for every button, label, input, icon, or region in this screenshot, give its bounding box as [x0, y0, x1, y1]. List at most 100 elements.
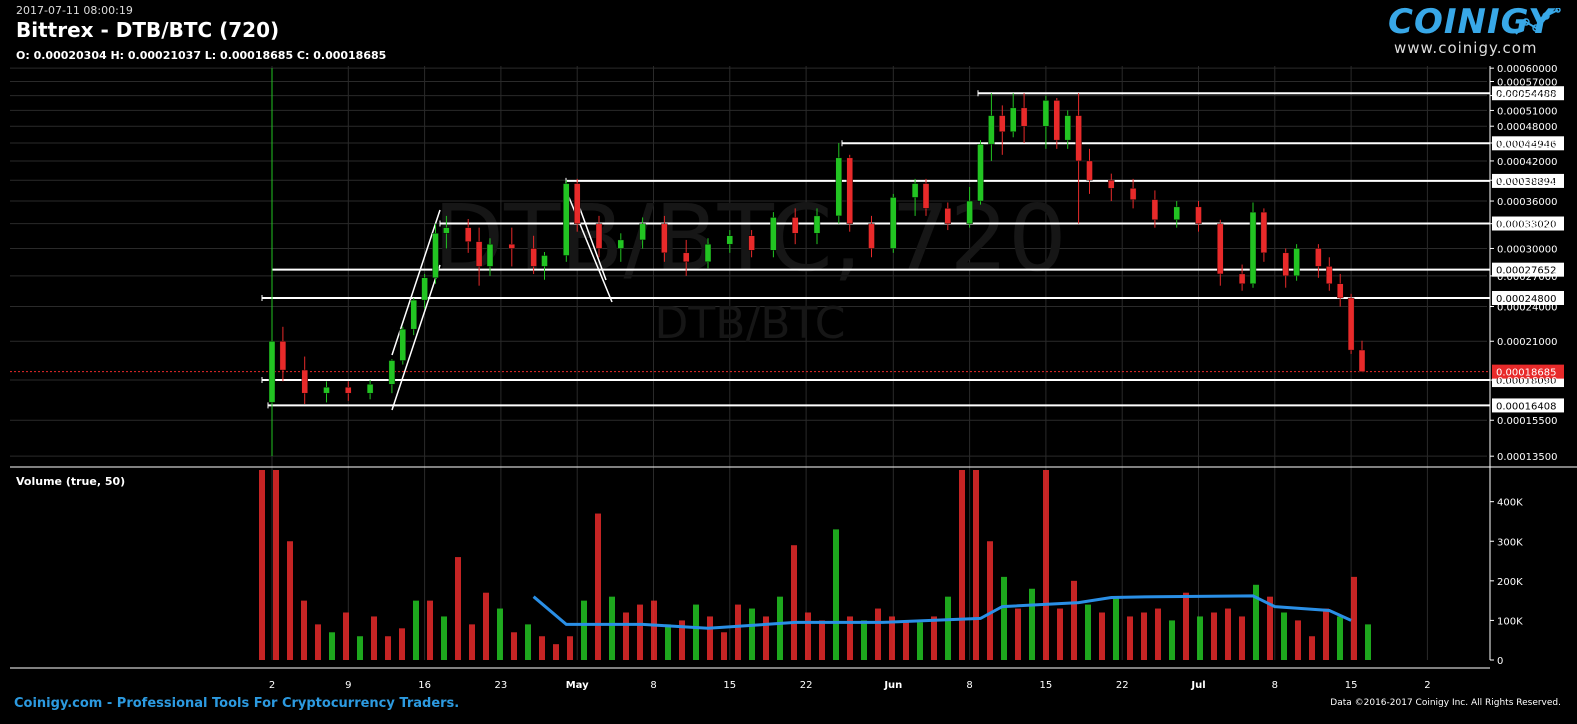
volume-bar — [749, 608, 755, 660]
volume-bar — [1365, 624, 1371, 660]
candle-body — [1315, 248, 1322, 267]
candle-body — [1217, 223, 1224, 275]
candle-body — [1238, 273, 1246, 284]
volume-bar — [945, 596, 951, 660]
candle-body — [1042, 100, 1050, 127]
volume-bar — [259, 470, 265, 660]
volume-bar — [1211, 612, 1217, 660]
volume-bar — [315, 624, 321, 660]
candle-body — [595, 223, 603, 249]
x-tick-label: 22 — [800, 680, 813, 691]
candle-body — [1086, 160, 1093, 181]
x-tick-label: 8 — [650, 680, 656, 691]
volume-bar — [427, 600, 433, 660]
volume-bar — [609, 596, 615, 660]
candle-body — [770, 217, 777, 251]
chart-title: Bittrex - DTB/BTC (720) — [16, 18, 280, 42]
candle-body — [683, 252, 690, 263]
chart-canvas: DTB/BTC, 720 DTB/BTC 0.000544880.0004494… — [10, 64, 1577, 691]
y-tick-label: 0.00057000 — [1497, 78, 1557, 89]
volume-bar — [777, 596, 783, 660]
trend-line — [391, 264, 441, 411]
candle-body — [345, 386, 352, 394]
candle-body — [1075, 115, 1082, 162]
volume-bar — [385, 636, 391, 660]
candle-body — [1129, 188, 1137, 200]
candle-body — [1260, 211, 1268, 254]
candle-body — [1326, 266, 1333, 284]
candle-body — [890, 197, 897, 249]
volume-bar — [343, 612, 349, 660]
volume-bar — [973, 470, 979, 660]
candle-body — [1010, 107, 1017, 132]
y-tick-label: 0.00027000 — [1497, 272, 1557, 283]
candle-body — [944, 208, 951, 224]
candle-body — [563, 183, 570, 256]
level-label: 0.00016408 — [1496, 401, 1556, 412]
volume-bar — [581, 600, 587, 660]
volume-bar — [1043, 470, 1049, 660]
candle-body — [813, 215, 821, 234]
coinigy-logo[interactable]: COINIGY www.coinigy.com — [1388, 2, 1563, 60]
candle-body — [530, 248, 537, 267]
x-tick-label: 23 — [495, 680, 508, 691]
candle-body — [792, 217, 799, 234]
candle-body — [1173, 206, 1180, 220]
candle-body — [639, 223, 646, 241]
candle-body — [868, 223, 875, 249]
volume-bar — [301, 600, 307, 660]
volume-bar — [1155, 608, 1161, 660]
candle-body — [726, 235, 733, 245]
candle-body — [508, 243, 515, 249]
volume-bar — [1029, 588, 1035, 660]
volume-bar — [1099, 612, 1105, 660]
grid — [10, 66, 1487, 660]
candle-body — [617, 239, 624, 249]
x-tick-label: 8 — [1272, 680, 1278, 691]
candle-body — [1358, 349, 1366, 372]
candle-body — [475, 241, 483, 267]
candle-body — [574, 183, 581, 224]
candle-body — [279, 341, 287, 371]
volume-bar — [665, 624, 671, 660]
volume-bar — [917, 622, 923, 660]
candle-body — [388, 360, 396, 385]
volume-bar — [637, 604, 643, 660]
volume-bar — [1071, 580, 1077, 660]
y-tick-label: 0.00015500 — [1497, 416, 1557, 427]
footer-tagline[interactable]: Coinigy.com - Professional Tools For Cry… — [14, 696, 459, 711]
volume-bar — [693, 604, 699, 660]
y-tick-label: 0.00021000 — [1497, 337, 1557, 348]
volume-y-tick-label: 100K — [1497, 616, 1523, 627]
volume-bar — [1001, 576, 1007, 660]
volume-bar — [987, 541, 993, 660]
volume-bar — [1015, 608, 1021, 660]
volume-bar — [469, 624, 475, 660]
candle-body — [1108, 180, 1115, 189]
candle-body — [748, 235, 755, 251]
x-tick-label: May — [566, 680, 589, 691]
watermark-small: DTB/BTC — [655, 298, 846, 349]
volume-bar — [539, 636, 545, 660]
candle-body — [1151, 199, 1159, 220]
volume-bar — [1295, 620, 1301, 660]
volume-bar — [1127, 616, 1133, 660]
candle-body — [911, 183, 919, 198]
candle-body — [366, 384, 374, 394]
volume-bar — [903, 620, 909, 660]
volume-bar — [707, 616, 713, 660]
candle-body — [922, 183, 930, 209]
y-tick-label: 0.00030000 — [1497, 244, 1557, 255]
volume-bar — [483, 592, 489, 660]
volume-bar — [875, 608, 881, 660]
volume-bar — [511, 632, 517, 660]
volume-bar — [623, 612, 629, 660]
volume-bar — [735, 604, 741, 660]
volume-bar — [1183, 592, 1189, 660]
x-tick-label: 15 — [1040, 680, 1053, 691]
y-tick-label: 0.00042000 — [1497, 157, 1557, 168]
timestamp: 2017-07-11 08:00:19 — [16, 4, 133, 17]
logo-url: www.coinigy.com — [1394, 39, 1538, 57]
candle-body — [399, 328, 406, 361]
footer-copyright: Data ©2016-2017 Coinigy Inc. All Rights … — [1330, 698, 1561, 708]
